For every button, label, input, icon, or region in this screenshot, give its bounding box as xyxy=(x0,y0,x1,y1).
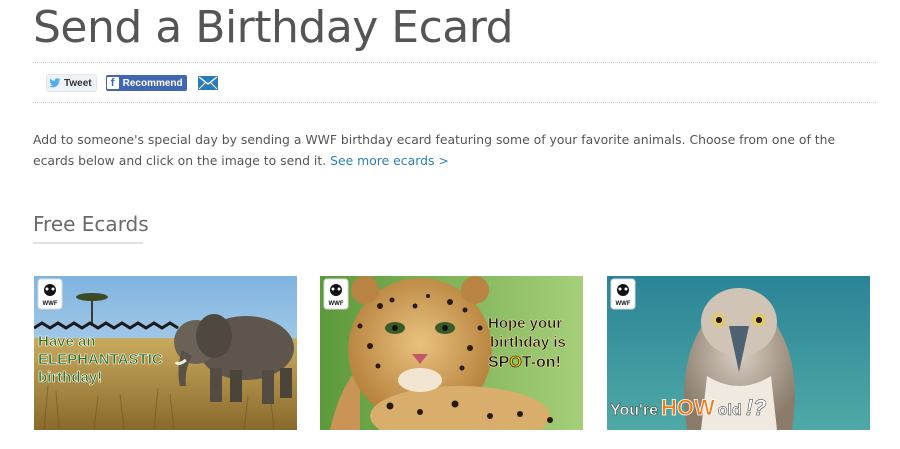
page-title: Send a Birthday Ecard xyxy=(33,2,514,53)
wwf-logo: WWF xyxy=(610,278,636,310)
intro-paragraph: Add to someone's special day by sending … xyxy=(33,129,878,171)
facebook-icon: f xyxy=(106,77,119,89)
leopard-line1: Hope your xyxy=(488,315,562,332)
svg-text:WWF: WWF xyxy=(616,301,631,307)
leopard-line2: birthday is xyxy=(490,334,566,351)
share-divider xyxy=(33,102,876,103)
ecard-leopard[interactable]: WWF Hope your birthday is SPOT-on! xyxy=(320,276,583,430)
leopard-card-image: WWF Hope your birthday is SPOT-on! xyxy=(320,276,583,430)
svg-text:WWF: WWF xyxy=(329,301,344,307)
elephant-line3: birthday! xyxy=(38,369,102,386)
recommend-label: Recommend xyxy=(122,77,183,89)
elephant-line1: Have an xyxy=(38,333,96,350)
section-underline xyxy=(33,242,143,244)
envelope-icon[interactable] xyxy=(197,76,218,90)
twitter-icon xyxy=(49,78,61,88)
facebook-recommend-button[interactable]: f Recommend xyxy=(105,75,187,91)
see-more-ecards-link[interactable]: See more ecards > xyxy=(330,153,449,168)
wwf-logo: WWF xyxy=(323,278,349,310)
elephant-line2: ELEPHANTASTIC xyxy=(38,351,163,368)
ecard-elephant[interactable]: WWF Have an ELEPHANTASTIC birthday! xyxy=(34,276,297,430)
wwf-logo: WWF xyxy=(37,278,63,310)
tweet-button[interactable]: Tweet xyxy=(46,74,97,92)
leopard-line3: SPOT-on! xyxy=(488,354,561,371)
top-divider xyxy=(33,62,876,63)
tweet-label: Tweet xyxy=(64,77,92,89)
svg-text:WWF: WWF xyxy=(43,301,58,307)
section-title: Free Ecards xyxy=(33,212,149,236)
booby-card-image: WWF You're HOW old!? xyxy=(607,276,870,430)
share-bar: Tweet f Recommend xyxy=(46,74,218,92)
ecard-booby[interactable]: WWF You're HOW old!? xyxy=(607,276,870,430)
elephant-card-image: WWF Have an ELEPHANTASTIC birthday! xyxy=(34,276,297,430)
